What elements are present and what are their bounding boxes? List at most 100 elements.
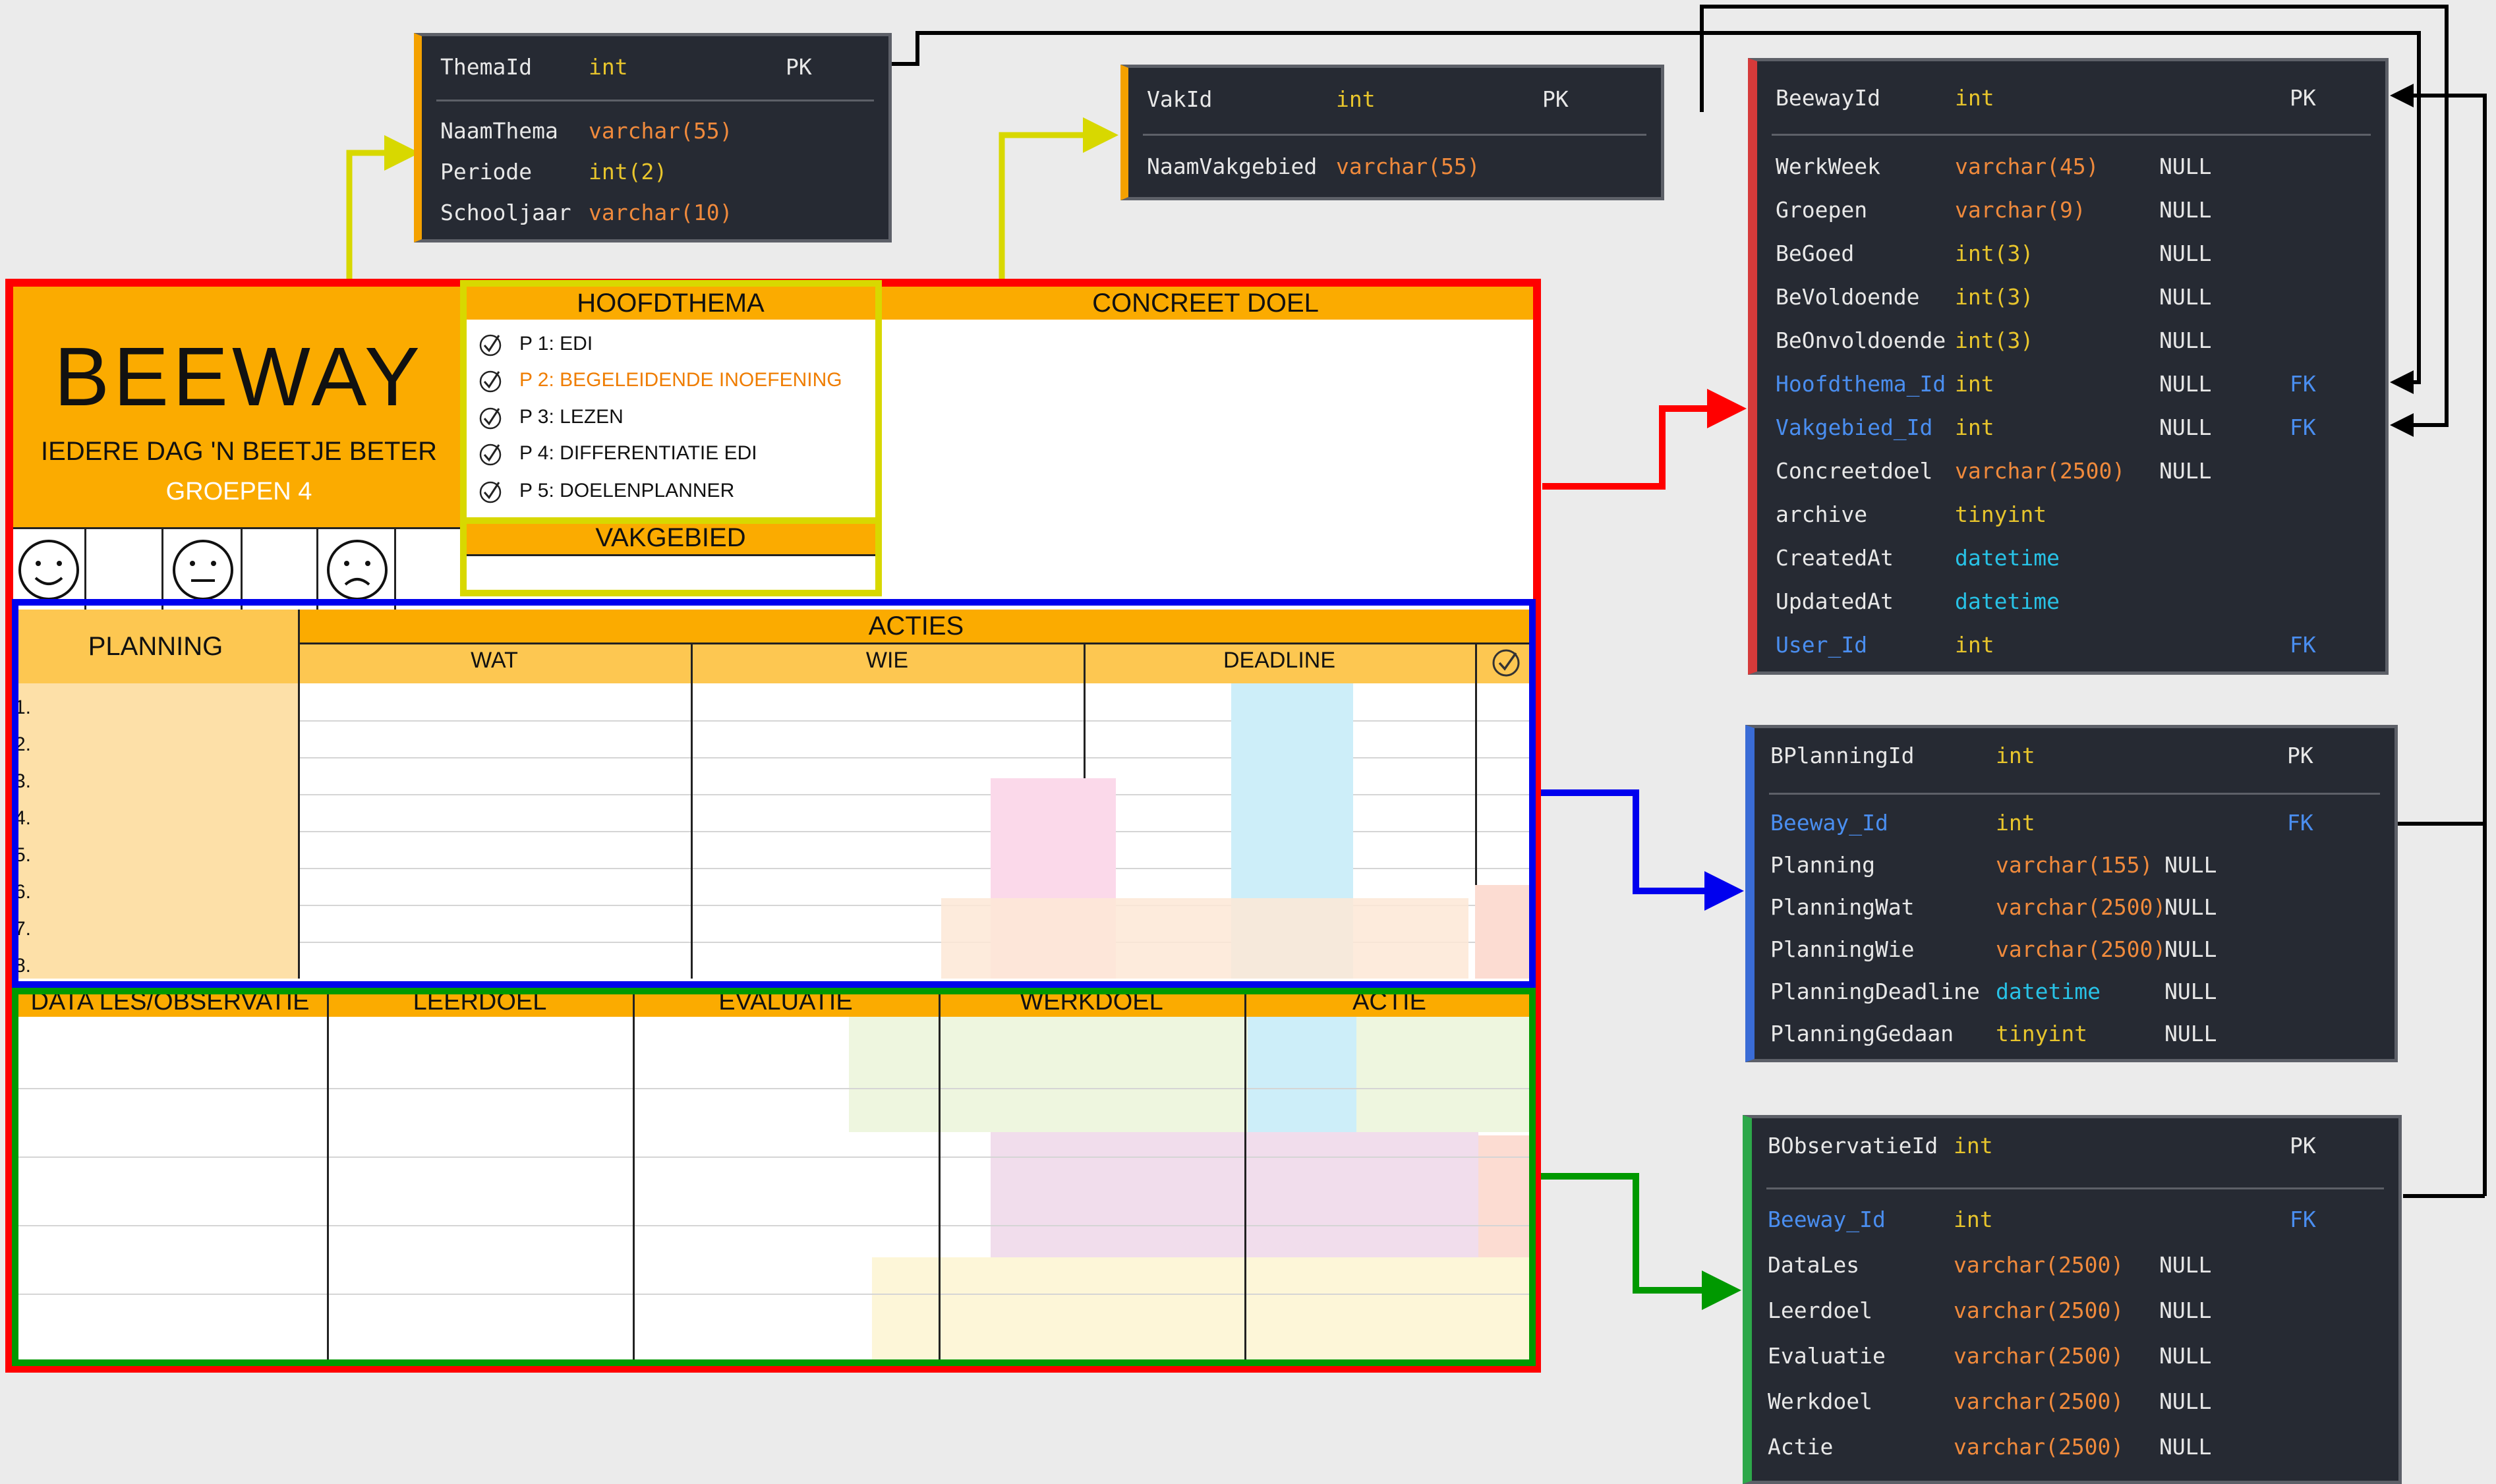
planning-row-number: 6. [15, 881, 32, 903]
beeway-col-name: BeGoed [1776, 241, 1855, 266]
bplanning-table: BPlanningId int PK Beeway_Id int FK Planning va… [1745, 725, 2398, 1062]
highlight-peach [941, 898, 1468, 979]
acties-header: ACTIES [298, 610, 1534, 642]
beeway-col-name: Groepen [1776, 197, 1868, 223]
bobservatie-col-key: FK [2290, 1207, 2316, 1232]
theme-item[interactable]: P 1: EDI [519, 333, 593, 355]
logo-group: GROEPEN 4 [165, 478, 312, 505]
planning-header: PLANNING [13, 610, 298, 683]
observatie-col-header: EVALUATIE [718, 988, 853, 1015]
beeway-col-null: NULL [2159, 371, 2212, 397]
connector-planning [1529, 789, 1744, 911]
concreet-doel-field[interactable] [877, 320, 1534, 610]
beeway-col-type: int [1955, 371, 1994, 397]
thema-col-type: varchar(55) [589, 118, 733, 144]
beeway-col-type: int(3) [1955, 328, 2034, 353]
smiley-sad-icon[interactable] [324, 537, 390, 603]
beeway-col-name: WerkWeek [1776, 154, 1880, 179]
bobservatie-col-type: varchar(2500) [1954, 1388, 2124, 1414]
thema-col-name: Periode [440, 159, 533, 185]
observatie-col-header: DATA LES/OBSERVATIE [30, 988, 310, 1015]
beeway-col-name: archive [1776, 501, 1868, 527]
beeway-col-null: NULL [2159, 197, 2212, 223]
connector-observatie [1529, 1173, 1741, 1310]
beeway-col-type: datetime [1955, 545, 2060, 571]
theme-item[interactable]: P 5: DOELENPLANNER [519, 480, 734, 502]
smiley-neutral-icon[interactable] [170, 537, 236, 603]
thema-col-name: Schooljaar [440, 200, 571, 225]
bplanning-col-null: NULL [2164, 936, 2217, 962]
vak-col-name: VakId [1147, 86, 1213, 112]
planning-row-number: 7. [15, 918, 32, 940]
bplanning-col-type: varchar(2500) [1996, 936, 2166, 962]
beeway-col-type: int(3) [1955, 241, 2034, 266]
check-column-icon [1492, 649, 1520, 677]
planning-row-number: 2. [15, 733, 32, 755]
bobservatie-col-null: NULL [2159, 1252, 2212, 1278]
theme-item[interactable]: P 3: LEZEN [519, 406, 624, 428]
bplanning-col-null: NULL [2164, 979, 2217, 1004]
beeway-col-null: NULL [2159, 154, 2212, 179]
concreet-doel-header: CONCREET DOEL [877, 287, 1534, 320]
beeway-col-null: NULL [2159, 414, 2212, 440]
bplanning-col-name: Planning [1770, 852, 1875, 878]
bobservatie-col-type: varchar(2500) [1954, 1434, 2124, 1460]
vak-col-type: varchar(55) [1336, 154, 1480, 179]
planning-row-number: 8. [15, 955, 32, 977]
vakgebied-header: VAKGEBIED [465, 521, 877, 554]
theme-check-icon[interactable] [477, 331, 504, 358]
bplanning-col-name: PlanningWat [1770, 894, 1915, 920]
beeway-col-type: varchar(2500) [1955, 458, 2126, 484]
bplanning-col-type: tinyint [1996, 1021, 2088, 1046]
bplanning-col-type: datetime [1996, 979, 2101, 1004]
thema-col-key: PK [786, 54, 812, 80]
beeway-col-type: int [1955, 632, 1994, 658]
beeway-col-key: FK [2290, 371, 2316, 397]
highlight-salmon [1475, 885, 1534, 979]
logo-title: BEEWAY [53, 330, 424, 423]
bobservatie-col-type: int [1954, 1207, 1993, 1232]
bplanning-col-type: int [1996, 743, 2035, 768]
planning-row-number: 3. [15, 770, 32, 792]
theme-check-icon[interactable] [477, 405, 504, 431]
theme-check-icon[interactable] [477, 368, 504, 394]
beeway-col-name: Vakgebied_Id [1776, 414, 1933, 440]
planning-row-number: 1. [15, 697, 32, 718]
bplanning-col-type: varchar(155) [1996, 852, 2153, 878]
theme-check-icon[interactable] [477, 478, 504, 505]
logo-slogan: IEDERE DAG 'N BEETJE BETER [40, 437, 438, 466]
acties-col-wie: WIE [865, 648, 909, 673]
beeway-col-key: FK [2290, 632, 2316, 658]
thema-col-name: ThemaId [440, 54, 533, 80]
bobservatie-table: BObservatieId int PK Beeway_Id int FK DataLes v… [1743, 1115, 2402, 1484]
highlight-salmon-obs [1478, 1135, 1534, 1257]
highlight-yellow-obs [872, 1257, 1534, 1373]
vak-col-key: PK [1542, 86, 1569, 112]
theme-check-icon[interactable] [477, 441, 504, 467]
smiley-row [13, 527, 465, 612]
beeway-col-type: datetime [1955, 588, 2060, 614]
bobservatie-col-null: NULL [2159, 1434, 2212, 1460]
acties-col-wat: WAT [471, 648, 518, 673]
bobservatie-col-name: Beeway_Id [1768, 1207, 1886, 1232]
beeway-col-key: FK [2290, 414, 2316, 440]
beeway-col-name: BeVoldoende [1776, 284, 1920, 310]
theme-item[interactable]: P 4: DIFFERENTIATIE EDI [519, 442, 757, 465]
smiley-happy-icon[interactable] [16, 537, 82, 603]
vak-col-type: int [1336, 86, 1376, 112]
beeway-col-key: PK [2290, 85, 2316, 111]
vak-table: VakId int PK NaamVakgebied varchar(55) [1120, 65, 1664, 200]
planning-row-number: 4. [15, 807, 32, 829]
beeway-table: BeewayId int PK WerkWeek varchar(45) NULL Groe… [1748, 58, 2389, 675]
theme-item[interactable]: P 2: BEGELEIDENDE INOEFENING [519, 369, 842, 391]
fk-user [2390, 84, 2487, 1196]
bobservatie-col-type: varchar(2500) [1954, 1252, 2124, 1278]
bobservatie-col-null: NULL [2159, 1388, 2212, 1414]
beeway-col-name: BeewayId [1776, 85, 1880, 111]
beeway-col-type: int [1955, 85, 1994, 111]
bobservatie-col-name: BObservatieId [1768, 1133, 1938, 1158]
vakgebied-field[interactable] [465, 554, 877, 594]
bobservatie-col-name: DataLes [1768, 1252, 1860, 1278]
highlight-green [849, 1017, 1534, 1132]
beeway-col-null: NULL [2159, 328, 2212, 353]
